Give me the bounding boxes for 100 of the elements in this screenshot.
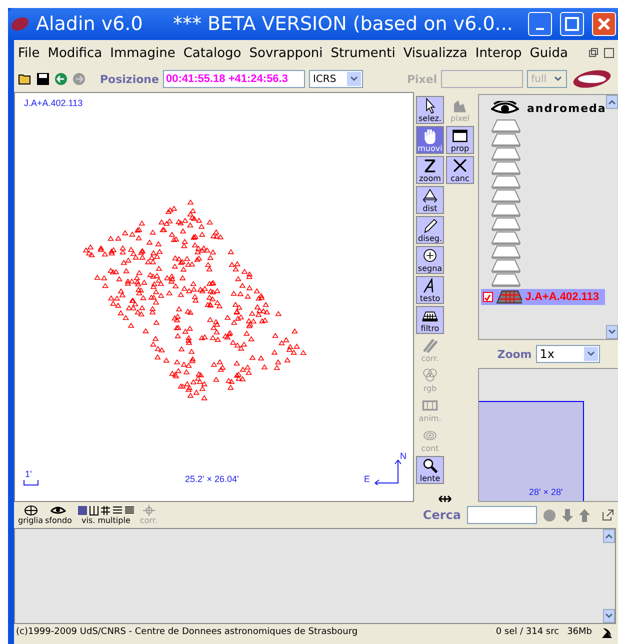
- maximize-icon: [565, 17, 579, 31]
- menu-item[interactable]: Sovrapponi: [245, 46, 327, 60]
- scroll-down-button[interactable]: [603, 609, 615, 623]
- chevron-down-icon: [554, 76, 562, 82]
- menu-item[interactable]: Interop: [471, 46, 526, 60]
- window-title: Aladin v6.0 *** BETA VERSION (based on v6.0...: [36, 13, 514, 35]
- plane-checkbox[interactable]: [483, 292, 493, 302]
- window-icon: [451, 127, 469, 144]
- copyright-text: (c)1999-2009 UdS/CNRS - Centre de Donnees astronomiques de Strasbourg: [16, 627, 358, 637]
- menu-item[interactable]: Immagine: [106, 46, 180, 60]
- up-arrow-icon[interactable]: [579, 508, 590, 522]
- plane-label: J.A+A.402.113: [24, 98, 83, 108]
- scale-label: 1': [25, 469, 32, 479]
- detach-icon[interactable]: [602, 509, 614, 521]
- scroll-down-button[interactable]: [606, 325, 618, 339]
- empty-plane-icon[interactable]: [491, 245, 521, 259]
- minimize-icon: [536, 28, 544, 30]
- empty-plane-icon[interactable]: [491, 203, 521, 217]
- circle-plus-icon: [421, 247, 439, 264]
- chevron-down-icon: [586, 351, 595, 357]
- frame-dropdown[interactable]: ICRS: [308, 70, 363, 88]
- grid-button[interactable]: griglia: [18, 505, 44, 525]
- overview-panel[interactable]: 28' × 28': [478, 368, 618, 502]
- chevron-down-icon: [350, 76, 358, 82]
- empty-plane-icon[interactable]: [491, 217, 521, 231]
- tool-button[interactable]: muovi: [416, 126, 444, 154]
- tool-button[interactable]: segna: [416, 246, 444, 274]
- forward-icon[interactable]: [72, 72, 86, 86]
- back-icon[interactable]: [54, 72, 68, 86]
- galaxy-icon: [50, 505, 66, 516]
- selection-count: 0 sel / 314 src: [496, 627, 560, 637]
- north-label: N: [400, 451, 406, 461]
- menu-item[interactable]: Guida: [526, 46, 572, 60]
- empty-plane-icon[interactable]: [491, 133, 521, 147]
- tool-button[interactable]: dist: [416, 186, 444, 214]
- scroll-up-button[interactable]: [603, 529, 615, 543]
- minimize-button[interactable]: [528, 12, 552, 36]
- menu-item[interactable]: Strumenti: [326, 46, 400, 60]
- layout-grids-icon: [78, 505, 134, 516]
- stop-icon[interactable]: [543, 508, 556, 522]
- menu-item[interactable]: File: [14, 46, 44, 60]
- pixel-field[interactable]: [441, 70, 524, 88]
- maximize-icon[interactable]: [604, 48, 614, 58]
- stack-title: andromeda: [527, 102, 606, 114]
- close-button[interactable]: [592, 12, 616, 36]
- chevron-down-icon: [608, 329, 616, 335]
- search-label: Cerca: [422, 508, 461, 522]
- tool-button[interactable]: zoom: [416, 156, 444, 184]
- save-icon[interactable]: [36, 72, 50, 86]
- satellite-dish-icon: [600, 625, 614, 639]
- circles-icon: [421, 367, 439, 384]
- menu-item[interactable]: Visualizza: [399, 46, 472, 60]
- empty-plane-icon[interactable]: [491, 147, 521, 161]
- menu-item[interactable]: Modifica: [44, 46, 106, 60]
- chevron-up-icon: [608, 99, 616, 105]
- pipes-icon: [421, 337, 439, 354]
- maximize-button[interactable]: [560, 12, 584, 36]
- crosshair-icon: [142, 505, 155, 516]
- overview-size: 28' × 28': [529, 487, 563, 497]
- sky-view[interactable]: J.A+A.402.113 1' 25.2' × 26.04' N E: [14, 92, 414, 502]
- chevron-down-icon: [605, 613, 613, 619]
- magnifier-icon: [421, 457, 439, 474]
- tool-button[interactable]: testo: [416, 276, 444, 304]
- background-button[interactable]: sfondo: [45, 505, 72, 525]
- app-logo-icon: [10, 15, 30, 33]
- globe-icon: [24, 505, 38, 516]
- menu-item[interactable]: Catalogo: [179, 46, 246, 60]
- zoom-label: Zoom: [497, 348, 532, 360]
- empty-plane-icon[interactable]: [491, 259, 521, 273]
- position-label: Posizione: [100, 72, 159, 86]
- down-arrow-icon[interactable]: [562, 508, 573, 522]
- restore-icon[interactable]: [589, 48, 598, 57]
- folder-icon[interactable]: [18, 72, 32, 86]
- empty-plane-icon[interactable]: [491, 161, 521, 175]
- scroll-up-button[interactable]: [606, 95, 618, 109]
- search-field[interactable]: [467, 506, 537, 524]
- field-size: 25.2' × 26.04': [185, 474, 239, 484]
- multiview-button[interactable]: vis. multiple: [78, 505, 134, 525]
- tool-button[interactable]: canc: [446, 156, 474, 184]
- close-icon: [597, 17, 611, 31]
- empty-plane-icon[interactable]: [491, 175, 521, 189]
- empty-plane-icon[interactable]: [491, 189, 521, 203]
- tool-button[interactable]: lente: [416, 456, 444, 484]
- scale-bar-icon: [23, 480, 39, 486]
- pixel-label: Pixel: [406, 72, 438, 86]
- tool-button[interactable]: prop: [446, 126, 474, 154]
- delete-icon: [451, 157, 469, 174]
- ruler-icon: [421, 187, 439, 204]
- move-arrows-icon[interactable]: [438, 494, 452, 502]
- tool-button[interactable]: diseg.: [416, 216, 444, 244]
- east-label: E: [364, 474, 370, 484]
- tool-button[interactable]: filtro: [416, 306, 444, 334]
- tool-button[interactable]: selez.: [416, 96, 444, 124]
- eye-icon[interactable]: [491, 101, 519, 115]
- aladin-logo-icon: [572, 69, 612, 89]
- zoom-dropdown[interactable]: 1x: [536, 345, 600, 363]
- chevron-up-icon: [605, 533, 613, 539]
- memory-usage: 36Mb: [567, 627, 592, 637]
- empty-plane-icon[interactable]: [491, 273, 521, 287]
- empty-plane-icon[interactable]: [491, 231, 521, 245]
